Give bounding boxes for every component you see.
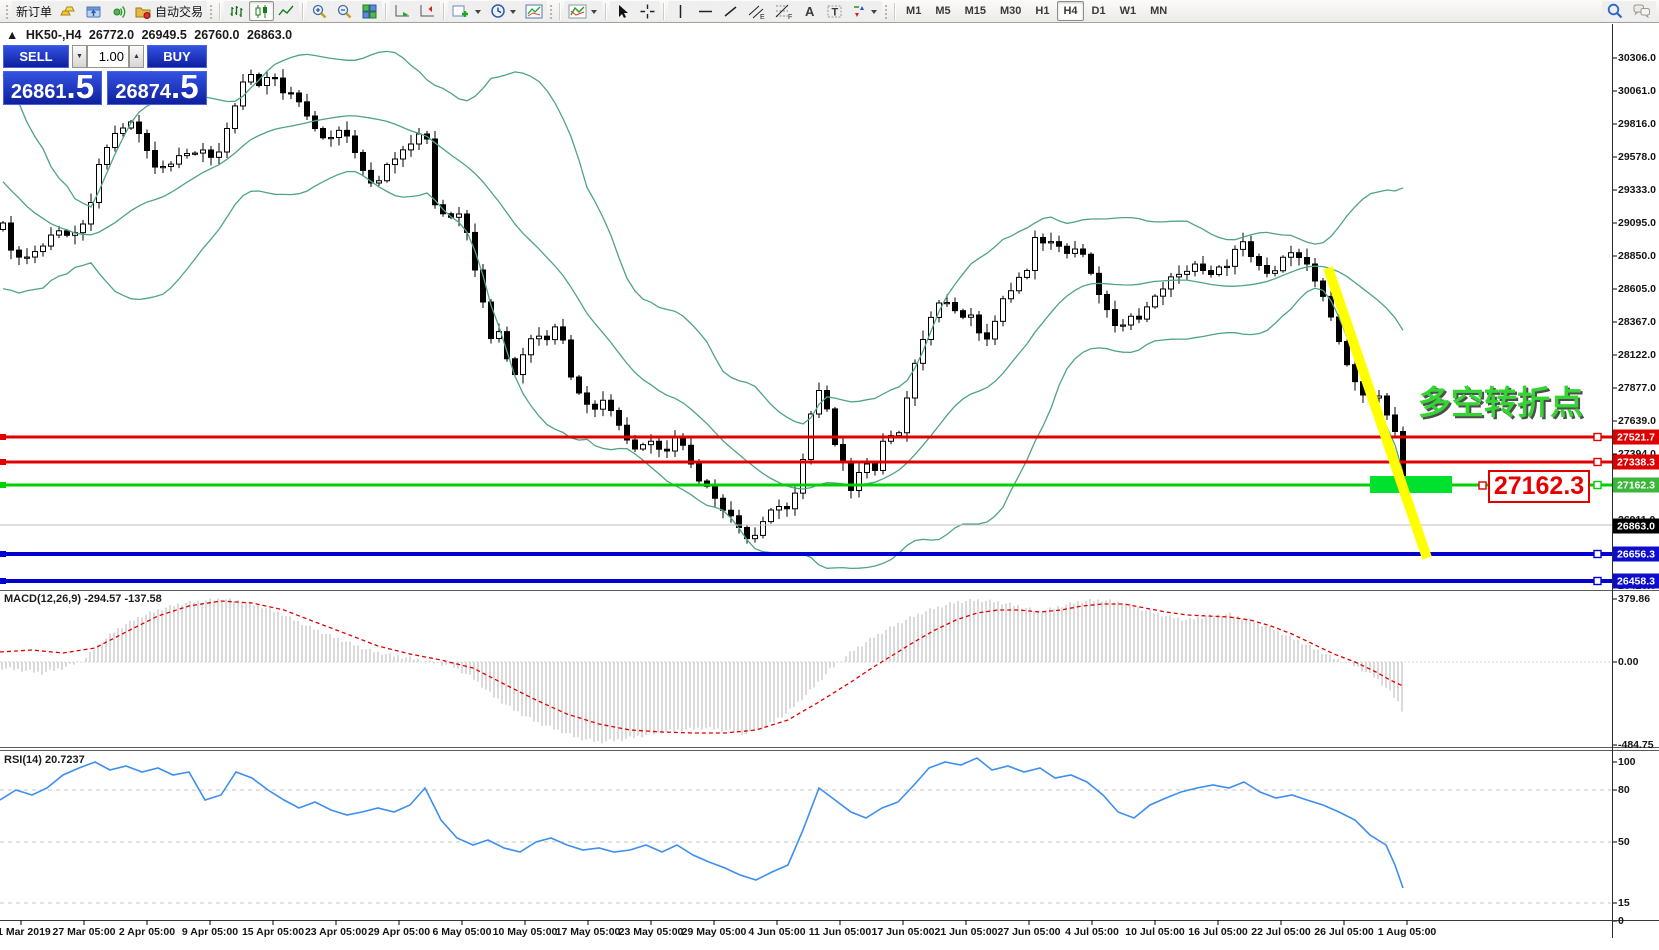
buy-price-frac: .5 xyxy=(171,72,199,102)
price-tick: 28367.0 xyxy=(1618,316,1656,328)
buy-price-main: 26874 xyxy=(115,81,171,104)
rsi-label: RSI(14) 20.7237 xyxy=(4,754,85,766)
price-tick: 29816.0 xyxy=(1618,118,1656,130)
ohlc-low: 26760.0 xyxy=(194,28,239,42)
price-tick: 29095.0 xyxy=(1618,217,1656,229)
price-line-label: 27162.3 xyxy=(1613,478,1659,493)
price-tick: 30061.0 xyxy=(1618,85,1656,97)
rsi-tick: 0 xyxy=(1618,915,1624,927)
buy-button[interactable]: BUY xyxy=(147,45,207,68)
price-tick: 28122.0 xyxy=(1618,349,1656,361)
price-tick: 29578.0 xyxy=(1618,151,1656,163)
rsi-tick: 50 xyxy=(1618,836,1630,848)
price-callout-label[interactable]: 27162.3 xyxy=(1488,470,1590,503)
ohlc-open: 26772.0 xyxy=(89,28,134,42)
price-line-label: 26863.0 xyxy=(1613,519,1659,534)
price-tick: 27639.0 xyxy=(1618,415,1656,427)
macd-tick: 0.00 xyxy=(1618,656,1638,668)
volume-down-button[interactable]: ▼ xyxy=(72,45,87,68)
price-line-label: 26458.3 xyxy=(1613,574,1659,589)
price-line-label: 27521.7 xyxy=(1613,430,1659,445)
volume-up-button[interactable]: ▲ xyxy=(129,45,144,68)
ohlc-high: 26949.5 xyxy=(142,28,187,42)
price-tick: 30306.0 xyxy=(1618,52,1656,64)
price-line-label: 26656.3 xyxy=(1613,547,1659,562)
one-click-trading-panel: SELL ▼ ▲ BUY 26861.5 26874.5 xyxy=(3,45,207,105)
ohlc-close: 26863.0 xyxy=(247,28,292,42)
buy-price[interactable]: 26874.5 xyxy=(107,71,207,105)
price-line-label: 27338.3 xyxy=(1613,455,1659,470)
volume-input[interactable] xyxy=(87,45,129,68)
turning-point-annotation[interactable]: 多空转折点 xyxy=(1418,376,1583,424)
price-tick: 28605.0 xyxy=(1618,283,1656,295)
price-tick: 28850.0 xyxy=(1618,250,1656,262)
rsi-tick: 15 xyxy=(1618,897,1630,909)
mt4-window: 新订单 自动交易 xyxy=(0,0,1659,950)
sell-price-main: 26861 xyxy=(11,81,67,104)
rsi-tick: 100 xyxy=(1618,756,1636,768)
price-tick: 27877.0 xyxy=(1618,382,1656,394)
rsi-tick: 80 xyxy=(1618,784,1630,796)
chart-plot-area[interactable] xyxy=(0,0,1659,950)
sell-price[interactable]: 26861.5 xyxy=(3,71,102,105)
price-tick: 29333.0 xyxy=(1618,184,1656,196)
macd-label: MACD(12,26,9) -294.57 -137.58 xyxy=(4,593,162,605)
symbol-period-label: HK50-,H4 xyxy=(26,28,82,42)
macd-tick: -484.75 xyxy=(1618,739,1654,751)
chart-header: ▲ HK50-,H4 26772.0 26949.5 26760.0 26863… xyxy=(6,28,296,42)
macd-tick: 379.86 xyxy=(1618,593,1650,605)
sell-price-frac: .5 xyxy=(67,72,95,102)
sell-button[interactable]: SELL xyxy=(3,45,69,68)
collapse-panel-icon[interactable]: ▲ xyxy=(6,28,18,42)
